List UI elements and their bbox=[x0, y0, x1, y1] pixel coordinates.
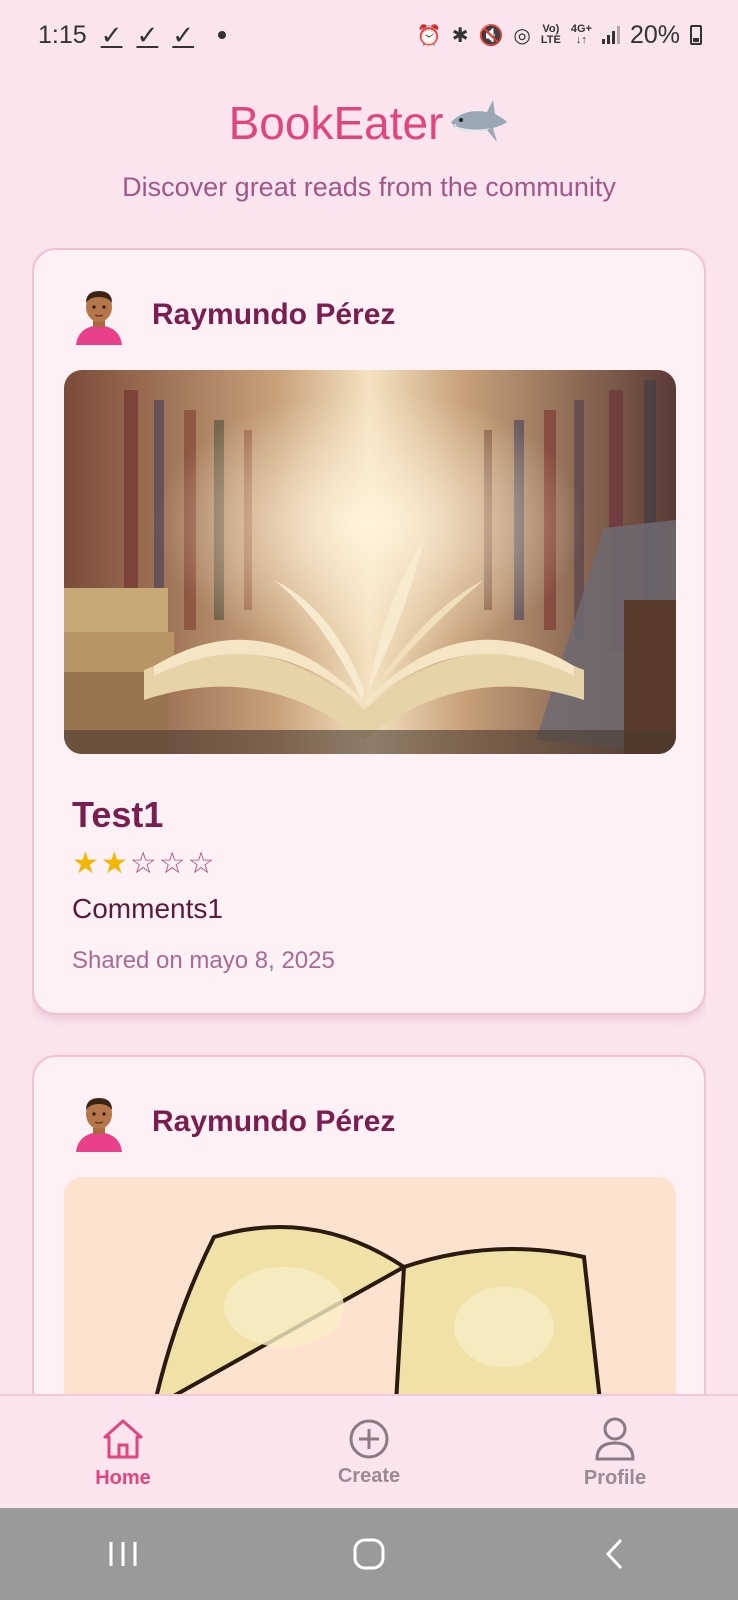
home-icon bbox=[103, 1419, 143, 1458]
post-author[interactable]: Raymundo Pérez bbox=[72, 280, 674, 350]
check-icon: ✓ bbox=[136, 20, 159, 50]
volte-icon: Vo) LTE bbox=[540, 23, 561, 46]
app-title-text: BookEater bbox=[228, 97, 444, 149]
back-chevron-icon bbox=[605, 1538, 623, 1570]
hotspot-icon: ◎ bbox=[513, 24, 531, 47]
app-title: BookEater bbox=[0, 92, 738, 154]
network-gen-icon: 4G+ ↓↑ bbox=[570, 23, 592, 46]
system-nav-bar bbox=[0, 1508, 738, 1600]
back-button[interactable] bbox=[585, 1524, 645, 1584]
post-card[interactable]: Raymundo Pérez bbox=[32, 248, 706, 1015]
nav-create[interactable]: Create bbox=[269, 1417, 469, 1488]
star-rating: ★★☆☆☆ bbox=[72, 846, 674, 881]
check-icon: ✓ bbox=[172, 20, 195, 50]
avatar[interactable] bbox=[72, 285, 126, 345]
home-circle-icon bbox=[353, 1538, 385, 1570]
status-left: 1:15 ✓ ✓ ✓ bbox=[38, 20, 227, 50]
user-icon bbox=[595, 1417, 635, 1460]
shark-icon bbox=[447, 92, 509, 154]
status-bar: 1:15 ✓ ✓ ✓ ⏰ ✱ 🔇 ◎ Vo) LTE 4G+ ↓↑ 20% bbox=[0, 0, 738, 70]
bluetooth-icon: ✱ bbox=[451, 24, 469, 47]
status-time: 1:15 bbox=[38, 20, 87, 49]
signal-icon bbox=[601, 26, 620, 44]
post-author-name[interactable]: Raymundo Pérez bbox=[152, 1105, 395, 1139]
status-right: ⏰ ✱ 🔇 ◎ Vo) LTE 4G+ ↓↑ 20% bbox=[417, 21, 702, 50]
post-author[interactable]: Raymundo Pérez bbox=[72, 1087, 674, 1157]
post-author-name[interactable]: Raymundo Pérez bbox=[152, 298, 395, 332]
post-feed[interactable]: Raymundo Pérez Test1 ★★☆☆☆ Comments1 Sha… bbox=[32, 248, 706, 1394]
plus-circle-icon bbox=[349, 1419, 389, 1458]
post-shared-date: Shared on mayo 8, 2025 bbox=[72, 947, 335, 974]
alarm-icon: ⏰ bbox=[416, 24, 442, 47]
post-card[interactable]: Raymundo Pérez bbox=[32, 1055, 706, 1394]
avatar[interactable] bbox=[72, 1092, 126, 1152]
bottom-nav: Home Create Profile bbox=[0, 1394, 738, 1508]
nav-create-label: Create bbox=[337, 1464, 401, 1487]
check-icon: ✓ bbox=[100, 20, 123, 50]
post-book-image[interactable] bbox=[64, 1177, 676, 1394]
notification-dot-icon bbox=[218, 31, 227, 39]
nav-profile-label: Profile bbox=[583, 1466, 647, 1489]
recent-apps-button[interactable] bbox=[93, 1524, 153, 1584]
home-system-button[interactable] bbox=[339, 1524, 399, 1584]
post-comment: Comments1 bbox=[72, 893, 223, 924]
star-empty-icon: ☆☆☆ bbox=[129, 847, 217, 880]
recent-apps-icon bbox=[109, 1542, 137, 1566]
post-title[interactable]: Test1 bbox=[72, 794, 674, 836]
battery-icon bbox=[690, 25, 702, 45]
nav-home[interactable]: Home bbox=[23, 1415, 223, 1490]
star-filled-icon: ★★ bbox=[72, 847, 130, 880]
battery-percent: 20% bbox=[629, 20, 680, 49]
nav-home-label: Home bbox=[95, 1466, 151, 1489]
mute-icon: 🔇 bbox=[478, 24, 504, 47]
nav-profile[interactable]: Profile bbox=[515, 1415, 715, 1490]
page-subtitle: Discover great reads from the community bbox=[122, 172, 616, 202]
post-book-image[interactable] bbox=[64, 370, 676, 754]
